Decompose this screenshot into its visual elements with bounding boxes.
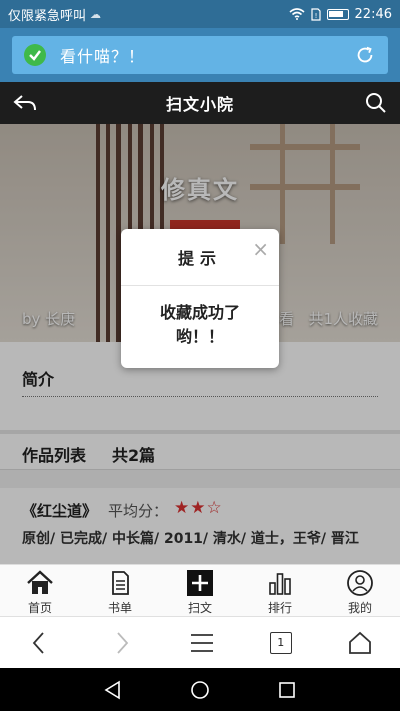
carrier-info: 仅限紧急呼叫 ☁ [8, 5, 289, 24]
clock-time: 22:46 [354, 6, 392, 22]
cloud-icon: ☁ [90, 7, 102, 21]
tab-ranking-label: 排行 [267, 601, 292, 615]
menu-icon[interactable] [189, 630, 215, 656]
tabs-button[interactable]: 1 [269, 631, 292, 654]
alert-dialog: 提示 × 收藏成功了哟！！ [121, 229, 279, 368]
carrier-text: 仅限紧急呼叫 [8, 8, 87, 24]
browser-home-icon[interactable] [347, 630, 373, 656]
tab-home[interactable]: 首页 [0, 565, 80, 616]
system-nav-bar [0, 668, 400, 711]
tab-profile-label: 我的 [347, 601, 372, 615]
bottom-tab-bar: 首页 书单 扫文 排行 我的 [0, 564, 400, 616]
dialog-message: 收藏成功了哟！！ [159, 303, 240, 346]
system-recents-icon[interactable] [276, 679, 298, 701]
home-icon [27, 570, 53, 594]
tab-home-label: 首页 [27, 601, 52, 615]
back-icon[interactable] [12, 91, 38, 115]
app-header: 扫文小院 [0, 82, 400, 124]
status-bar: 仅限紧急呼叫 ☁ ! 22:46 [0, 0, 400, 28]
svg-text:!: ! [314, 12, 317, 20]
system-home-icon[interactable] [189, 679, 211, 701]
wifi-icon [289, 8, 305, 20]
tab-profile[interactable]: 我的 [320, 565, 400, 616]
dialog-divider [121, 285, 279, 286]
search-icon[interactable] [364, 91, 388, 115]
browser-forward-icon[interactable] [108, 630, 134, 656]
browser-back-icon[interactable] [27, 630, 53, 656]
tab-scan[interactable]: 扫文 [160, 565, 240, 616]
tab-ranking[interactable]: 排行 [240, 565, 320, 616]
battery-icon [326, 8, 349, 20]
security-check-icon [24, 44, 46, 66]
system-back-icon[interactable] [102, 679, 124, 701]
booklist-icon [112, 571, 129, 595]
page-title: 扫文小院 [165, 95, 234, 114]
status-icons: ! 22:46 [289, 7, 392, 22]
browser-toolbar: 1 [0, 616, 400, 668]
tab-booklist-label: 书单 [107, 601, 132, 615]
ranking-icon [269, 573, 291, 595]
profile-icon [347, 570, 373, 596]
sim-icon: ! [310, 7, 321, 21]
reload-icon[interactable] [354, 44, 376, 66]
close-icon[interactable]: × [252, 239, 269, 259]
tab-scan-label: 扫文 [187, 601, 212, 615]
tabs-count: 1 [277, 636, 285, 649]
address-text[interactable]: 看什喵？！ [60, 43, 354, 67]
add-icon [187, 570, 213, 596]
browser-address-area: 看什喵？！ [0, 28, 400, 82]
tab-booklist[interactable]: 书单 [80, 565, 160, 616]
address-bar[interactable]: 看什喵？！ [12, 36, 388, 74]
